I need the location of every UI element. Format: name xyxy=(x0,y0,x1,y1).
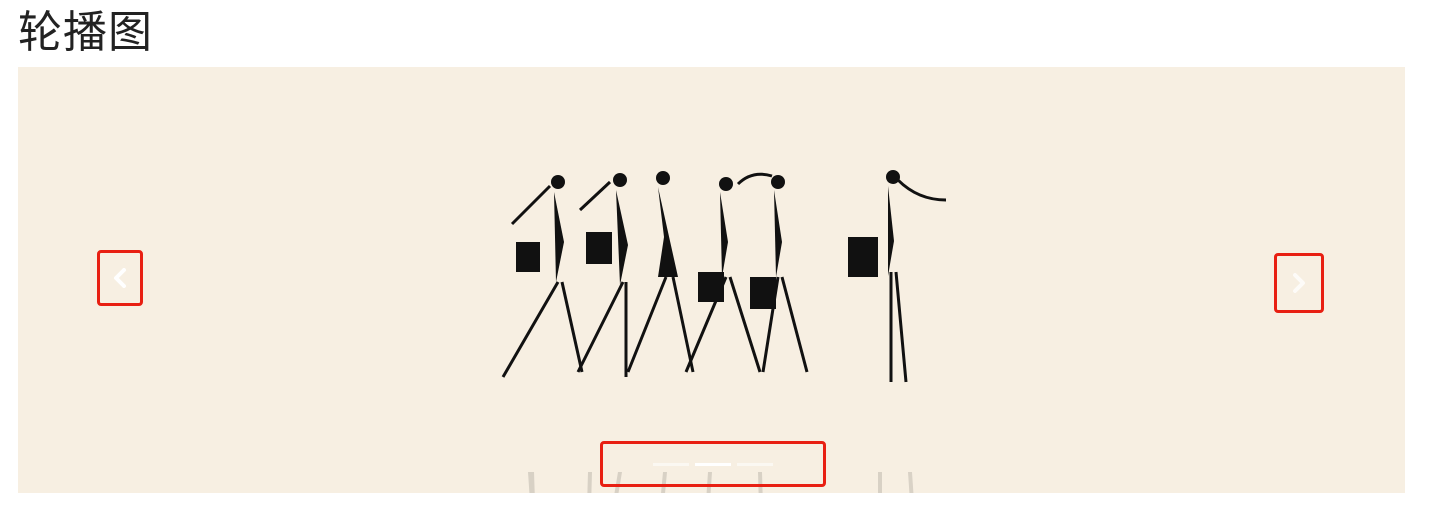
carousel-indicator-3[interactable] xyxy=(737,462,773,466)
chevron-right-icon xyxy=(1293,273,1305,293)
carousel xyxy=(18,67,1405,493)
carousel-indicators xyxy=(600,441,826,487)
page-title: 轮播图 xyxy=(18,7,153,58)
chevron-left-icon xyxy=(114,268,126,288)
carousel-indicator-2[interactable] xyxy=(695,462,731,466)
carousel-prev-button[interactable] xyxy=(97,250,143,306)
carousel-next-button[interactable] xyxy=(1274,253,1324,313)
carousel-indicator-1[interactable] xyxy=(653,462,689,466)
